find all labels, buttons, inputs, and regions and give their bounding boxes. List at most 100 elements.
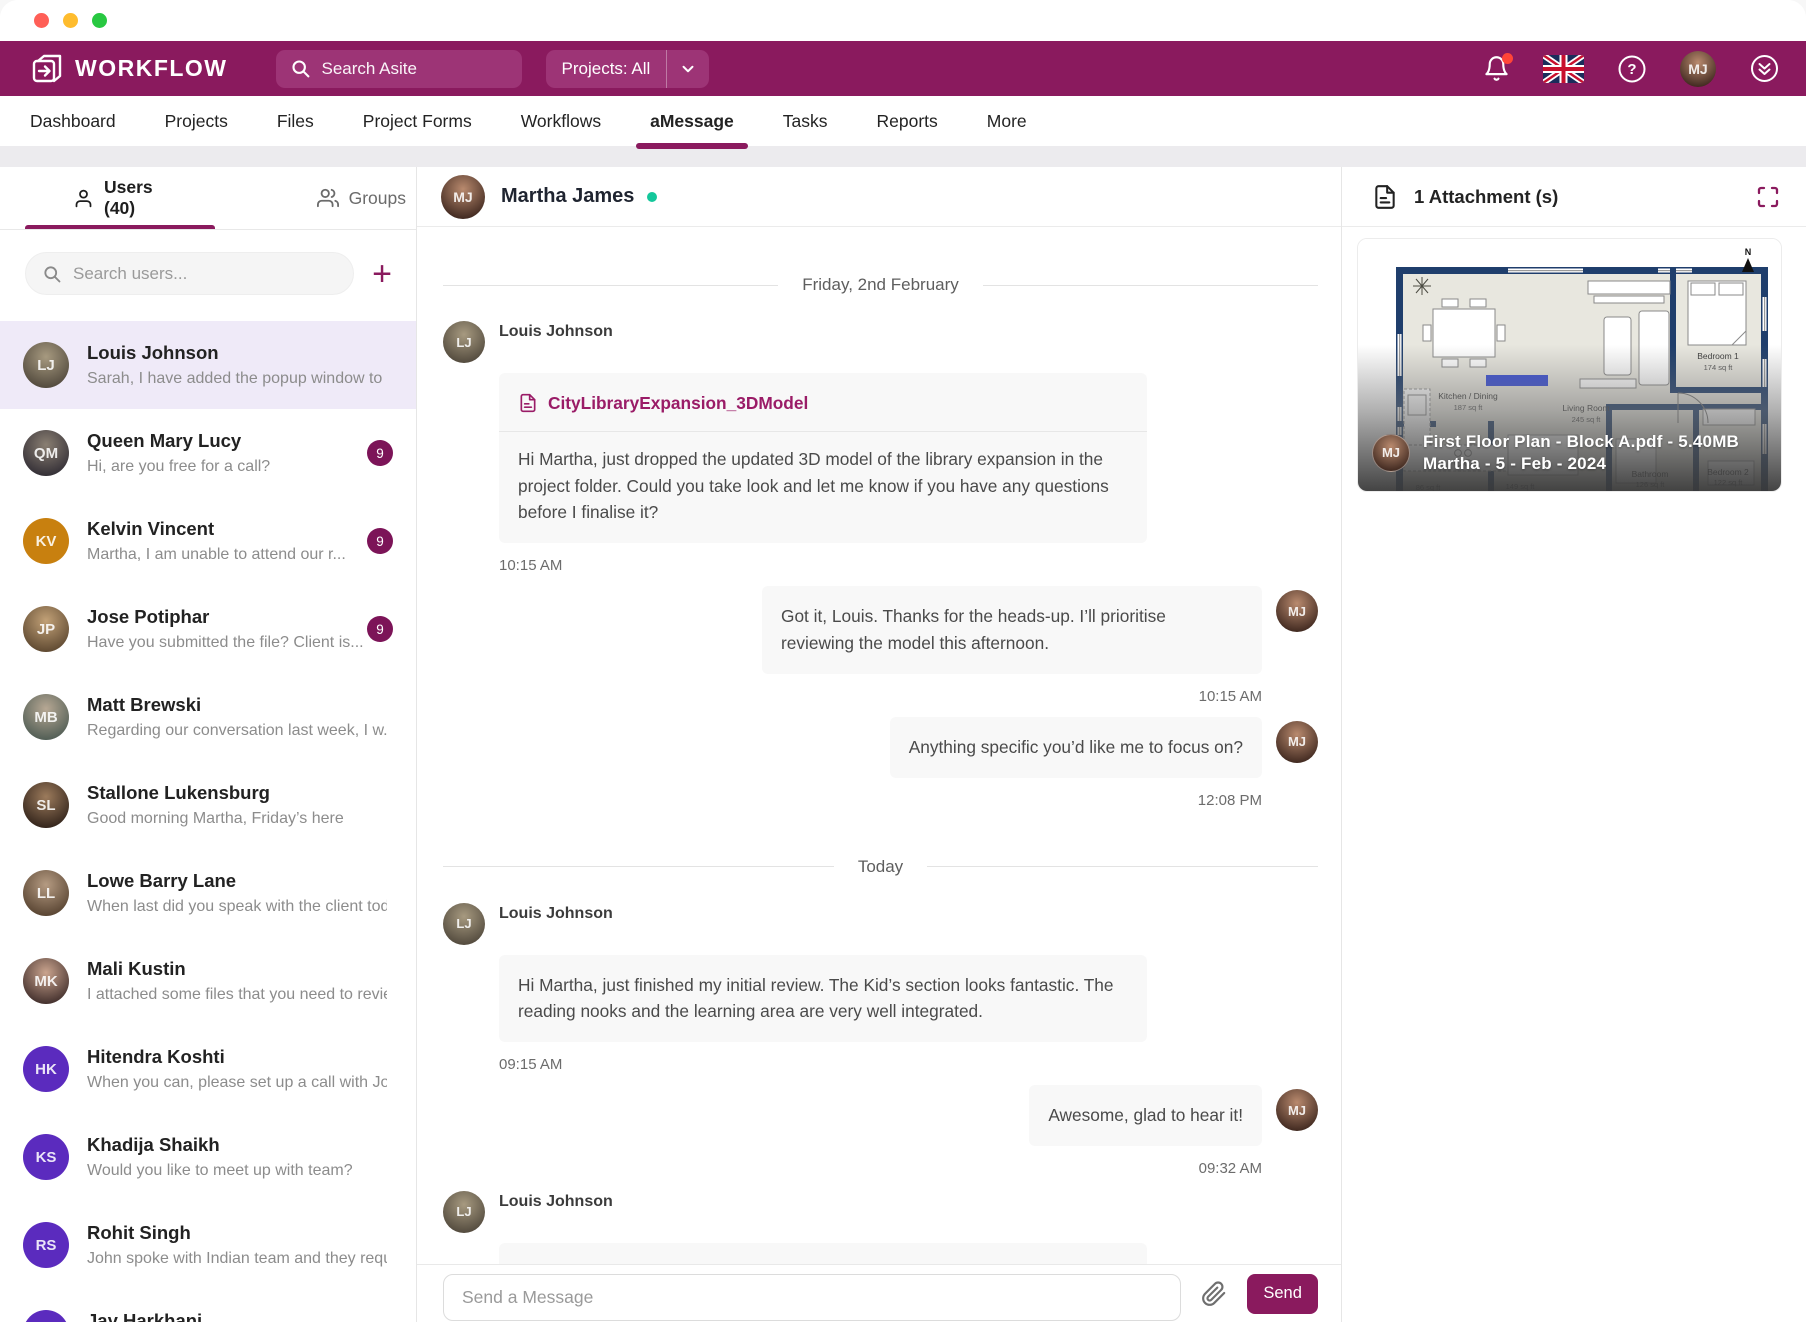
nav-tab-reports[interactable]: Reports: [877, 96, 938, 146]
file-name: CityLibraryExpansion_3DModel: [548, 390, 808, 417]
close-window-button[interactable]: [34, 13, 49, 28]
user-list-item[interactable]: JH Jay Harkhani Could you arrange a pres…: [0, 1289, 416, 1322]
composer: Send: [417, 1264, 1341, 1322]
message-preview: I attached some files that you need to r…: [87, 986, 387, 1004]
own-avatar: MJ: [1276, 721, 1318, 763]
document-icon: [518, 393, 538, 413]
nav-tab-project-forms[interactable]: Project Forms: [363, 96, 472, 146]
nav-tab-amessage[interactable]: aMessage: [650, 96, 734, 146]
sender-avatar: LJ: [443, 1191, 485, 1233]
date-divider-label: Friday, 2nd February: [802, 275, 959, 295]
outgoing-message: Got it, Louis. Thanks for the heads-up. …: [443, 586, 1318, 705]
message-preview: Martha, I am unable to attend our r...: [87, 546, 367, 564]
user-meta: Stallone Lukensburg Good morning Martha,…: [87, 782, 393, 828]
sender-avatar: LJ: [443, 321, 485, 363]
nav-tab-projects[interactable]: Projects: [165, 96, 228, 146]
user-meta: Kelvin Vincent Martha, I am unable to at…: [87, 518, 367, 564]
chevron-down-icon[interactable]: [666, 50, 709, 88]
message-bubble: Hi Martha, just finished my initial revi…: [499, 955, 1147, 1043]
user-list-item[interactable]: QM Queen Mary Lucy Hi, are you free for …: [0, 409, 416, 497]
user-search[interactable]: [25, 252, 354, 295]
nav-tab-more[interactable]: More: [987, 96, 1027, 146]
avatar: SL: [23, 782, 69, 828]
user-list: LJ Louis Johnson Sarah, I have added the…: [0, 321, 416, 1322]
attachment-thumbnail[interactable]: Kitchen / Dining 187 sq ft Living Room 2…: [1357, 238, 1782, 492]
avatar: MB: [23, 694, 69, 740]
message-preview: Sarah, I have added the popup window to …: [87, 370, 387, 388]
projects-filter-label: Projects: All: [546, 59, 667, 79]
main-nav: Dashboard Projects Files Project Forms Workf…: [0, 96, 1806, 146]
own-avatar: MJ: [1276, 590, 1318, 632]
avatar: KV: [23, 518, 69, 564]
attachment-caption: MJ First Floor Plan - Block A.pdf - 5.40…: [1358, 431, 1781, 491]
global-search-input[interactable]: [322, 59, 508, 79]
avatar: QM: [23, 430, 69, 476]
double-chevron-down-icon: [1749, 53, 1780, 84]
attach-file-button[interactable]: [1201, 1281, 1227, 1307]
notifications-button[interactable]: [1483, 55, 1510, 82]
tab-groups[interactable]: Groups: [307, 167, 416, 229]
users-group-icon: [317, 187, 339, 209]
projects-filter-dropdown[interactable]: Projects: All: [546, 50, 710, 88]
attachment-filename: First Floor Plan - Block A.pdf - 5.40MB: [1423, 431, 1739, 453]
message-preview: Regarding our conversation last week, I …: [87, 722, 387, 740]
outgoing-message: Anything specific you’d like me to focus…: [443, 717, 1318, 809]
nav-tab-workflows[interactable]: Workflows: [521, 96, 601, 146]
unread-count-badge: 9: [367, 440, 393, 466]
user-name: Queen Mary Lucy: [87, 430, 367, 452]
minimize-window-button[interactable]: [63, 13, 78, 28]
message-preview: When last did you speak with the client …: [87, 898, 387, 916]
language-flag-button[interactable]: [1543, 55, 1584, 83]
sender-avatar: LJ: [443, 903, 485, 945]
message-preview: When you can, please set up a call with …: [87, 1074, 387, 1092]
user-list-item[interactable]: LL Lowe Barry Lane When last did you spe…: [0, 849, 416, 937]
separator-band: [0, 146, 1806, 167]
file-attachment-link[interactable]: CityLibraryExpansion_3DModel: [518, 390, 1128, 431]
user-meta: Khadija Shaikh Would you like to meet up…: [87, 1134, 393, 1180]
user-list-item[interactable]: KS Khadija Shaikh Would you like to meet…: [0, 1113, 416, 1201]
user-list-item[interactable]: LJ Louis Johnson Sarah, I have added the…: [0, 321, 416, 409]
sender-name: Louis Johnson: [499, 1189, 613, 1211]
sidebar-search-row: +: [25, 252, 396, 295]
profile-avatar-button[interactable]: MJ: [1680, 51, 1716, 87]
zoom-window-button[interactable]: [92, 13, 107, 28]
user-list-item[interactable]: SL Stallone Lukensburg Good morning Mart…: [0, 761, 416, 849]
divider-line: [499, 431, 1147, 432]
tab-users-label: Users (40): [104, 177, 179, 219]
nav-tab-files[interactable]: Files: [277, 96, 314, 146]
message-input[interactable]: [462, 1287, 1162, 1308]
nav-tab-tasks[interactable]: Tasks: [783, 96, 828, 146]
maximize-icon: [1756, 185, 1780, 209]
user-list-item[interactable]: MK Mali Kustin I attached some files tha…: [0, 937, 416, 1025]
tab-users[interactable]: Users (40): [45, 167, 207, 229]
message-input-box[interactable]: [443, 1274, 1181, 1321]
room-label: Bedroom 1: [1697, 351, 1739, 361]
user-list-item[interactable]: KV Kelvin Vincent Martha, I am unable to…: [0, 497, 416, 585]
user-list-item[interactable]: RS Rohit Singh John spoke with Indian te…: [0, 1201, 416, 1289]
user-list-item[interactable]: JP Jose Potiphar Have you submitted the …: [0, 585, 416, 673]
chat-messages[interactable]: Friday, 2nd February LJ Louis Johnson Ci…: [417, 227, 1341, 1264]
message-bubble: One note - in the accessibility features…: [499, 1243, 1147, 1264]
avatar: HK: [23, 1046, 69, 1092]
compass-n-label: N: [1745, 247, 1752, 257]
room-label: Living Room: [1562, 403, 1609, 413]
send-button[interactable]: Send: [1247, 1274, 1318, 1314]
add-user-button[interactable]: +: [368, 257, 396, 291]
user-list-item[interactable]: HK Hitendra Koshti When you can, please …: [0, 1025, 416, 1113]
date-divider: Friday, 2nd February: [443, 275, 1318, 295]
global-search[interactable]: [276, 50, 522, 88]
user-search-input[interactable]: [73, 264, 337, 284]
user-name: Khadija Shaikh: [87, 1134, 393, 1156]
more-menu-button[interactable]: [1749, 53, 1780, 84]
help-button[interactable]: ?: [1617, 54, 1647, 84]
user-list-item[interactable]: MB Matt Brewski Regarding our conversati…: [0, 673, 416, 761]
user-name: Rohit Singh: [87, 1222, 393, 1244]
nav-tab-dashboard[interactable]: Dashboard: [30, 96, 116, 146]
sender-name: Louis Johnson: [499, 319, 613, 341]
outgoing-message: Awesome, glad to hear it! MJ 09:32 AM: [443, 1085, 1318, 1177]
workflow-logo: WORKFLOW: [30, 52, 228, 86]
app-window: WORKFLOW Projects: All ? MJ: [0, 0, 1806, 1322]
expand-attachment-button[interactable]: [1756, 185, 1780, 209]
user-meta: Rohit Singh John spoke with Indian team …: [87, 1222, 393, 1268]
user-name: Jay Harkhani: [87, 1310, 393, 1322]
